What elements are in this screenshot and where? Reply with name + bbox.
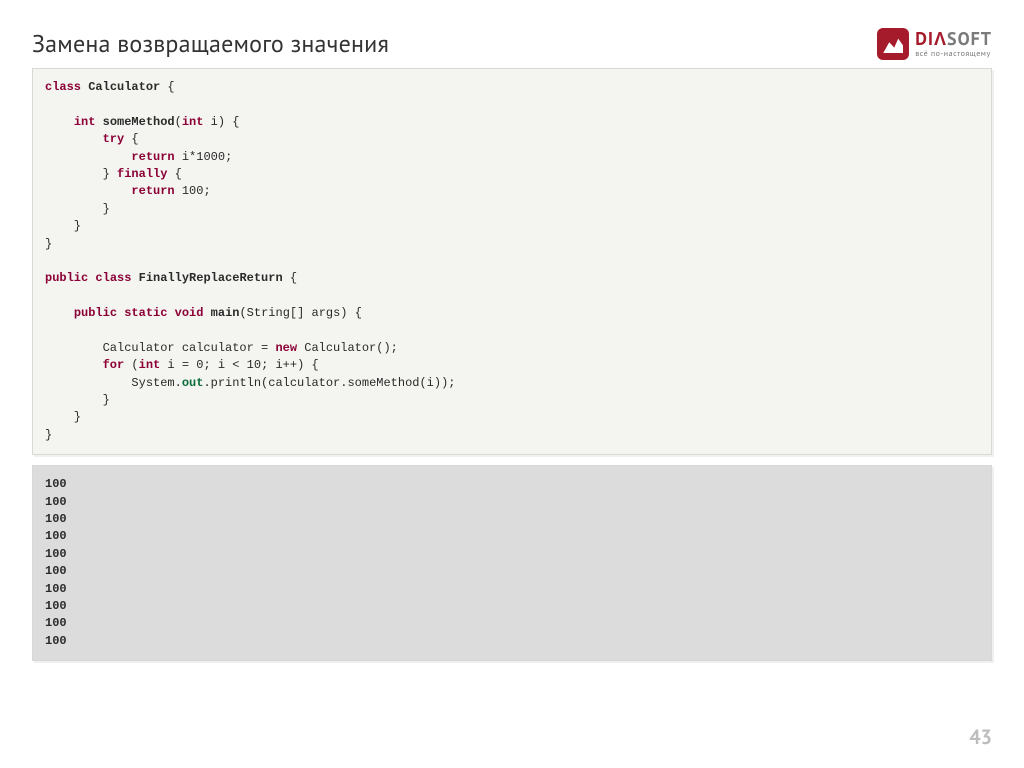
- slide-title: Замена возвращаемого значения: [32, 28, 389, 59]
- logo-brand-b: SOFT: [947, 27, 992, 50]
- page-number: 43: [969, 724, 992, 750]
- logo-brand: DIΛSOFT: [915, 30, 992, 48]
- code-block: class Calculator { int someMethod(int i)…: [32, 68, 992, 455]
- output-block: 100 100 100 100 100 100 100 100 100 100: [32, 465, 992, 661]
- brand-logo: DIΛSOFT всё по-настоящему: [877, 28, 992, 60]
- logo-tagline: всё по-настоящему: [915, 50, 992, 58]
- slide-content: class Calculator { int someMethod(int i)…: [0, 68, 1024, 661]
- logo-mark-icon: [877, 28, 909, 60]
- logo-brand-a: DIΛ: [915, 27, 947, 50]
- slide-header: Замена возвращаемого значения DIΛSOFT вс…: [0, 0, 1024, 68]
- logo-text: DIΛSOFT всё по-настоящему: [915, 30, 992, 58]
